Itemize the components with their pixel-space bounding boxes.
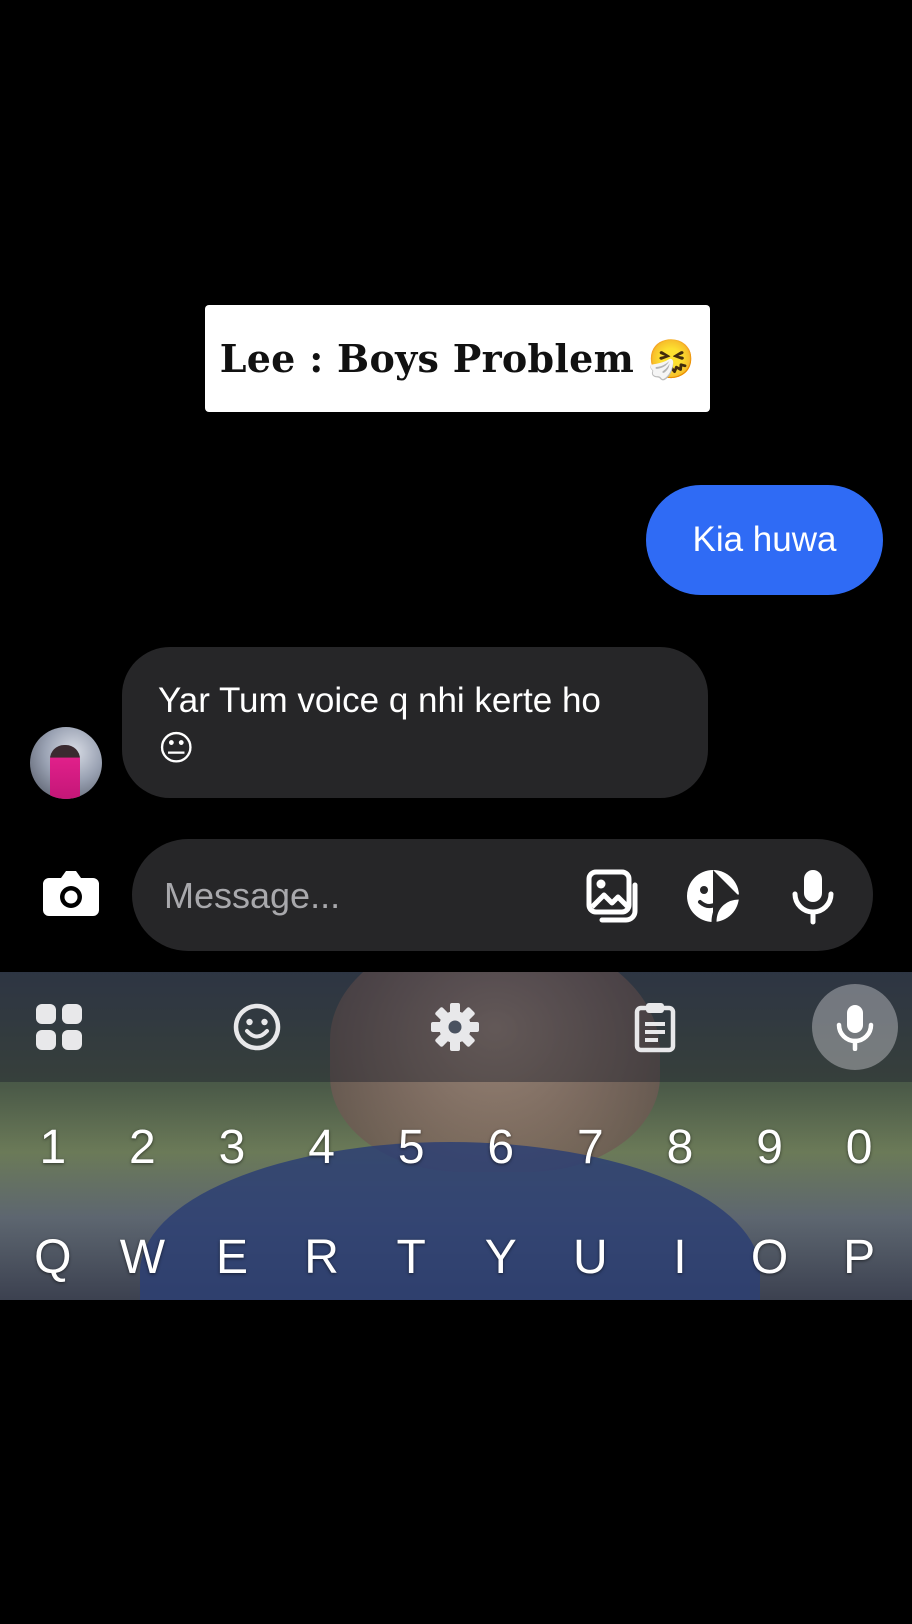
- overlay-title-card: Lee : Boys Problem 🤧: [205, 305, 710, 412]
- overlay-title-text: Lee : Boys Problem: [219, 335, 635, 381]
- gallery-button[interactable]: [584, 867, 642, 925]
- key-2[interactable]: 2: [98, 1120, 188, 1175]
- key-8[interactable]: 8: [635, 1120, 725, 1175]
- key-1[interactable]: 1: [8, 1120, 98, 1175]
- voice-message-button[interactable]: [784, 867, 842, 925]
- key-w[interactable]: W: [98, 1230, 188, 1285]
- clipboard-icon: [634, 1003, 676, 1053]
- key-o[interactable]: O: [725, 1230, 815, 1285]
- sent-message-text: Kia huwa: [692, 520, 837, 559]
- key-p[interactable]: P: [814, 1230, 904, 1285]
- settings-button[interactable]: [428, 1000, 482, 1054]
- key-q[interactable]: Q: [8, 1230, 98, 1285]
- apps-grid-icon: [36, 1004, 82, 1050]
- received-message-text: Yar Tum voice q nhi kerte ho: [158, 681, 601, 720]
- on-screen-keyboard: 1 2 3 4 5 6 7 8 9 0 Q W E R T Y U I O P: [0, 972, 912, 1300]
- microphone-icon: [792, 870, 834, 925]
- sneezing-face-emoji: 🤧: [647, 336, 696, 381]
- key-5[interactable]: 5: [366, 1120, 456, 1175]
- clipboard-button[interactable]: [628, 1000, 682, 1054]
- key-6[interactable]: 6: [456, 1120, 546, 1175]
- apps-grid-button[interactable]: [32, 1000, 86, 1054]
- sticker-icon: [687, 870, 740, 923]
- key-e[interactable]: E: [187, 1230, 277, 1285]
- key-y[interactable]: Y: [456, 1230, 546, 1285]
- keyboard-toolbar: [0, 972, 912, 1082]
- key-9[interactable]: 9: [725, 1120, 815, 1175]
- message-input[interactable]: [162, 839, 546, 953]
- camera-icon: [43, 871, 99, 916]
- key-7[interactable]: 7: [546, 1120, 636, 1175]
- key-0[interactable]: 0: [814, 1120, 904, 1175]
- voice-input-button[interactable]: [812, 984, 898, 1070]
- key-4[interactable]: 4: [277, 1120, 367, 1175]
- avatar[interactable]: [30, 727, 102, 799]
- gallery-icon: [586, 869, 638, 923]
- key-u[interactable]: U: [546, 1230, 636, 1285]
- sticker-button[interactable]: [684, 867, 742, 925]
- sent-message-bubble[interactable]: Kia huwa: [646, 485, 883, 595]
- emoji-icon: [233, 1003, 281, 1051]
- keyboard-letter-row-1: Q W E R T Y U I O P: [8, 1230, 904, 1285]
- key-t[interactable]: T: [366, 1230, 456, 1285]
- received-message-bubble[interactable]: Yar Tum voice q nhi kerte ho 😐: [122, 647, 708, 798]
- key-i[interactable]: I: [635, 1230, 725, 1285]
- gear-icon: [431, 1003, 479, 1051]
- overlay-title: Lee : Boys Problem 🤧: [220, 336, 696, 382]
- key-3[interactable]: 3: [187, 1120, 277, 1175]
- neutral-face-emoji: 😐: [158, 729, 195, 769]
- camera-button[interactable]: [41, 866, 101, 920]
- key-r[interactable]: R: [277, 1230, 367, 1285]
- message-composer: [132, 839, 873, 953]
- avatar-figure: [50, 745, 80, 799]
- keyboard-number-row: 1 2 3 4 5 6 7 8 9 0: [8, 1120, 904, 1175]
- emoji-button[interactable]: [230, 1000, 284, 1054]
- voice-input-icon: [836, 1005, 874, 1051]
